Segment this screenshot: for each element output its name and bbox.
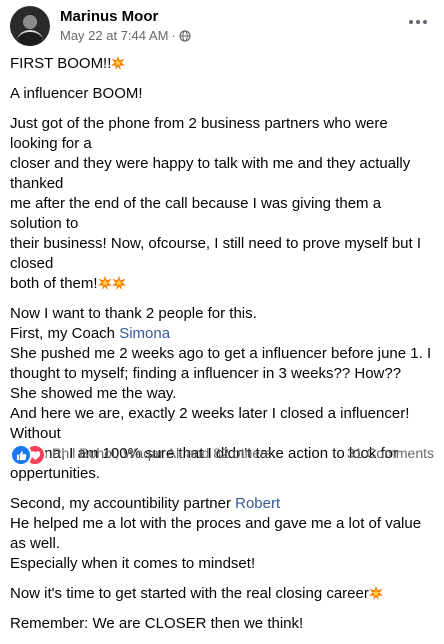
- facebook-post: Marinus Moor May 22 at 7:44 AM · FIRST B…: [0, 0, 444, 632]
- paragraph-3: Second, my accountibility partner Robert…: [10, 495, 422, 572]
- collision-emoji-icon: [111, 56, 126, 70]
- collision-emoji-icon: [97, 276, 112, 290]
- like-icon: [10, 444, 32, 466]
- meta-separator: ·: [171, 28, 176, 43]
- post-header: Marinus Moor May 22 at 7:44 AM ·: [10, 6, 434, 46]
- reaction-names[interactable]: Phil Bohol, Waqar Ali and 82 others: [52, 445, 272, 461]
- more-horizontal-icon[interactable]: [404, 12, 432, 32]
- post-body: FIRST BOOM!! A influencer BOOM! Just got…: [10, 54, 434, 644]
- collision-emoji-icon: [111, 276, 126, 290]
- author-name[interactable]: Marinus Moor: [60, 8, 158, 25]
- paragraph-5: Remember: We are CLOSER then we think!: [10, 615, 304, 632]
- author-avatar[interactable]: [10, 6, 50, 46]
- reaction-icons[interactable]: [10, 442, 48, 466]
- post-subtitle-line: A influencer BOOM!: [10, 85, 143, 102]
- mention-robert[interactable]: Robert: [235, 495, 280, 512]
- paragraph-1: Just got of the phone from 2 business pa…: [10, 115, 422, 292]
- post-timestamp[interactable]: May 22 at 7:44 AM: [60, 28, 168, 43]
- paragraph-4: Now it's time to get started with the re…: [10, 584, 434, 604]
- post-title-line: FIRST BOOM!!: [10, 54, 434, 74]
- mention-simona[interactable]: Simona: [119, 325, 170, 342]
- post-meta: May 22 at 7:44 AM ·: [60, 28, 191, 43]
- globe-icon[interactable]: [179, 29, 191, 42]
- collision-emoji-icon: [368, 586, 383, 600]
- post-footer: Phil Bohol, Waqar Ali and 82 others 31 C…: [10, 442, 434, 466]
- comments-count[interactable]: 31 Comments: [347, 445, 434, 461]
